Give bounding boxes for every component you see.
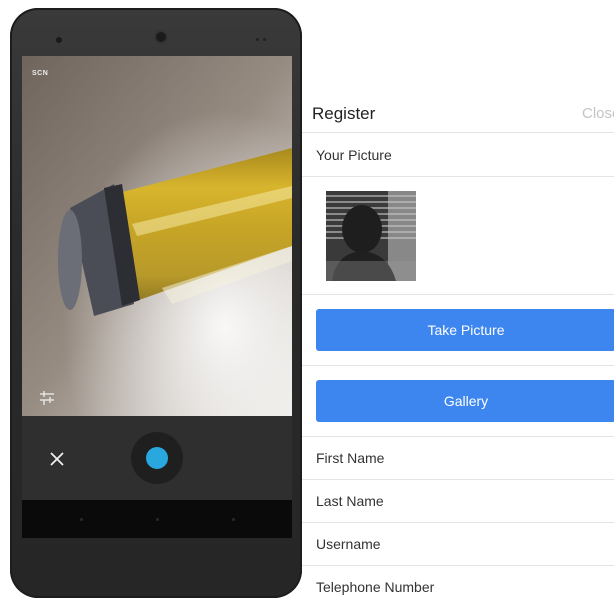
proximity-sensor <box>56 37 62 43</box>
divider <box>302 436 614 437</box>
first-name-field[interactable]: First Name <box>316 450 384 466</box>
shutter-dot <box>146 447 168 469</box>
nav-home-icon[interactable] <box>156 518 159 521</box>
profile-photo-image <box>326 191 416 281</box>
divider <box>302 132 614 133</box>
nav-back-icon[interactable] <box>80 518 83 521</box>
divider <box>302 479 614 480</box>
divider <box>302 565 614 566</box>
gallery-button[interactable]: Gallery <box>316 380 614 422</box>
viewfinder-image <box>22 56 292 416</box>
divider <box>302 365 614 366</box>
telephone-number-field[interactable]: Telephone Number <box>316 579 434 595</box>
take-picture-button[interactable]: Take Picture <box>316 309 614 351</box>
divider <box>302 294 614 295</box>
android-nav-bar <box>22 500 292 538</box>
register-title: Register <box>312 104 376 123</box>
close-camera-icon[interactable] <box>46 448 68 470</box>
your-picture-label: Your Picture <box>316 147 392 163</box>
speaker-dots <box>256 38 268 42</box>
camera-controls-bar <box>22 416 292 500</box>
divider <box>302 176 614 177</box>
divider <box>302 522 614 523</box>
camera-screen: SCN <box>22 56 292 538</box>
nav-recents-icon[interactable] <box>232 518 235 521</box>
close-link[interactable]: Close <box>582 105 614 122</box>
profile-picture <box>326 191 416 281</box>
front-camera-lens <box>156 32 166 42</box>
shutter-button[interactable] <box>131 432 183 484</box>
username-field[interactable]: Username <box>316 536 381 552</box>
settings-sliders-icon[interactable] <box>38 389 56 407</box>
camera-viewfinder[interactable]: SCN <box>22 56 292 416</box>
phone-device: SCN <box>10 8 302 598</box>
last-name-field[interactable]: Last Name <box>316 493 384 509</box>
register-form: Register Close Your Picture Take Picture… <box>302 0 614 596</box>
scene-mode-label: SCN <box>32 70 49 77</box>
